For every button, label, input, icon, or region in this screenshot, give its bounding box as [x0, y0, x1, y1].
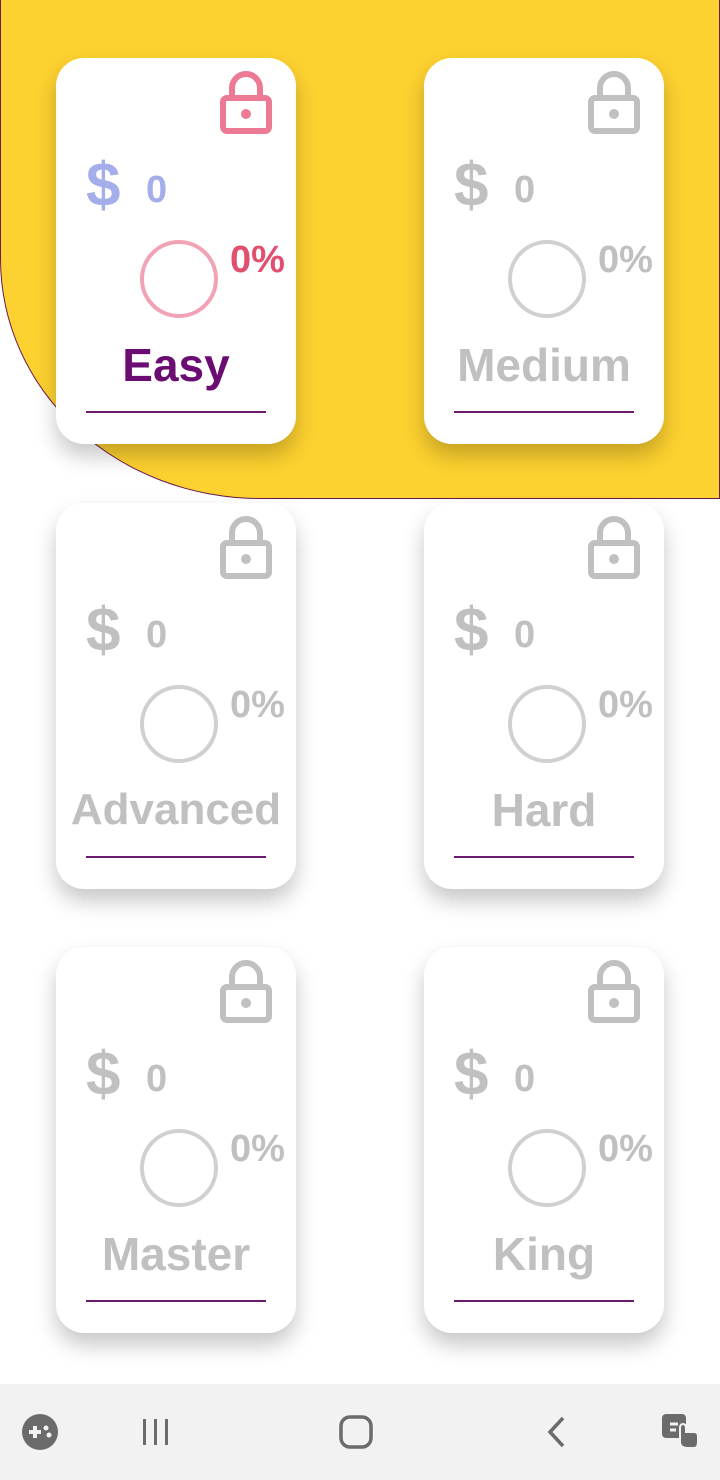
lock-icon — [588, 960, 640, 1023]
recent-apps-icon — [143, 1419, 168, 1445]
coin-amount: 0 — [514, 614, 536, 656]
coin-amount: 0 — [146, 614, 168, 656]
currency-symbol: $ — [86, 151, 121, 220]
level-title: Medium — [457, 339, 631, 391]
back-button[interactable] — [530, 1384, 586, 1480]
lock-icon — [220, 516, 272, 579]
title-underline — [86, 1300, 266, 1302]
accessibility-touch-button[interactable] — [652, 1384, 708, 1480]
title-underline — [454, 856, 634, 858]
coin-amount: 0 — [146, 169, 168, 211]
progress-ring — [508, 240, 586, 318]
game-launcher-icon — [22, 1414, 58, 1450]
progress-ring — [508, 1129, 586, 1207]
currency-symbol: $ — [454, 1040, 489, 1109]
level-card-medium[interactable]: $ 0 0% Medium — [424, 58, 664, 444]
level-title: Advanced — [70, 785, 282, 834]
level-title: King — [492, 1228, 596, 1280]
level-card-easy[interactable]: $ 0 0% Easy — [56, 58, 296, 444]
level-title: Hard — [491, 784, 597, 836]
level-card-advanced[interactable]: $ 0 0% Advanced — [56, 503, 296, 889]
system-navigation-bar — [0, 1384, 720, 1480]
progress-ring — [508, 685, 586, 763]
title-underline — [86, 856, 266, 858]
currency-symbol: $ — [454, 151, 489, 220]
home-icon — [339, 1415, 373, 1449]
currency-symbol: $ — [86, 1040, 121, 1109]
progress-percent: 0% — [598, 684, 653, 726]
progress-percent: 0% — [598, 1128, 653, 1170]
lock-icon — [588, 71, 640, 134]
progress-ring — [140, 240, 218, 318]
progress-percent: 0% — [598, 239, 653, 281]
currency-symbol: $ — [86, 596, 121, 665]
progress-ring — [140, 685, 218, 763]
level-card-hard[interactable]: $ 0 0% Hard — [424, 503, 664, 889]
level-title: Easy — [122, 339, 230, 391]
title-underline — [86, 411, 266, 413]
progress-ring — [140, 1129, 218, 1207]
level-card-master[interactable]: $ 0 0% Master — [56, 947, 296, 1333]
lock-icon — [220, 960, 272, 1023]
back-icon — [547, 1416, 565, 1448]
coin-amount: 0 — [146, 1058, 168, 1100]
level-title: Master — [101, 1228, 251, 1280]
accessibility-touch-icon — [662, 1414, 699, 1449]
title-underline — [454, 411, 634, 413]
progress-percent: 0% — [230, 684, 285, 726]
lock-icon — [588, 516, 640, 579]
recent-apps-button[interactable] — [126, 1384, 186, 1480]
title-underline — [454, 1300, 634, 1302]
coin-amount: 0 — [514, 1058, 536, 1100]
game-launcher-button[interactable] — [14, 1384, 66, 1480]
level-card-king[interactable]: $ 0 0% King — [424, 947, 664, 1333]
progress-percent: 0% — [230, 1128, 285, 1170]
progress-percent: 0% — [230, 239, 285, 281]
lock-icon — [220, 71, 272, 134]
coin-amount: 0 — [514, 169, 536, 211]
currency-symbol: $ — [454, 596, 489, 665]
home-button[interactable] — [326, 1384, 386, 1480]
